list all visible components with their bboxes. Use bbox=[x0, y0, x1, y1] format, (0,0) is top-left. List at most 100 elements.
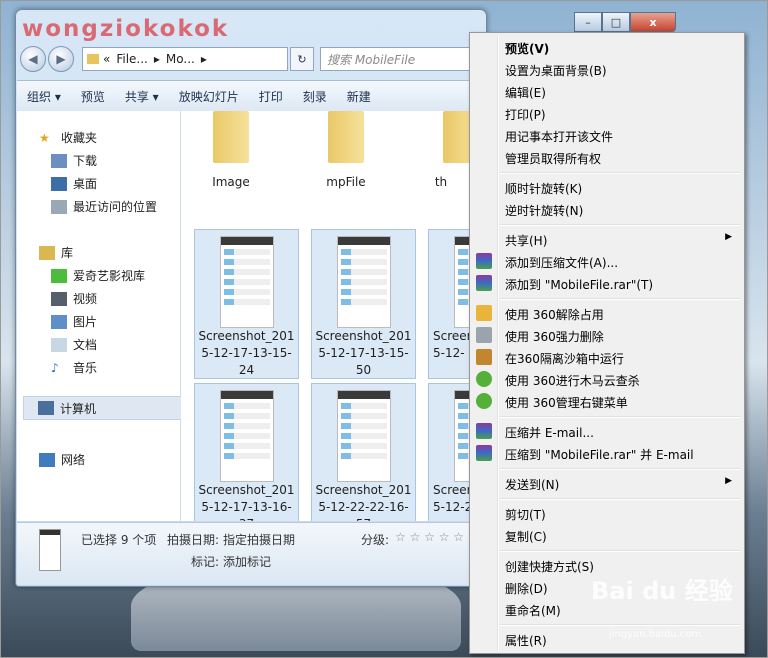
menu-item-add-rar[interactable]: 添加到 "MobileFile.rar"(T) bbox=[472, 273, 740, 293]
nav-item-desktop[interactable]: 桌面 bbox=[51, 175, 97, 192]
music-icon: ♪ bbox=[51, 360, 59, 375]
menu-item-send-to[interactable]: 发送到(N) ▶ bbox=[472, 473, 740, 493]
screenshot-preview bbox=[337, 390, 391, 482]
folder-icon bbox=[87, 54, 99, 64]
slideshow-button[interactable]: 放映幻灯片 bbox=[169, 88, 249, 105]
tag-value[interactable]: 添加标记 bbox=[223, 553, 271, 570]
folder-image[interactable] bbox=[201, 111, 261, 166]
menu-item-compress-email[interactable]: 压缩并 E-mail... bbox=[472, 421, 740, 441]
nav-item-music[interactable]: ♪ 音乐 bbox=[51, 359, 97, 376]
menu-item-cut[interactable]: 剪切(T) bbox=[472, 503, 740, 523]
winrar-icon bbox=[476, 275, 492, 291]
submenu-arrow-icon: ▶ bbox=[725, 476, 732, 486]
details-pane: 已选择 9 个项 拍摄日期: 指定拍摄日期 分级: ☆ ☆ ☆ ☆ ☆ 标记: … bbox=[17, 522, 485, 585]
nav-computer[interactable]: 计算机 bbox=[23, 396, 189, 420]
screenshot-preview bbox=[220, 390, 274, 482]
date-label: 拍摄日期: bbox=[167, 533, 220, 547]
baidu-watermark-url: jingyan.baidu.com bbox=[609, 629, 702, 640]
nav-item-pictures[interactable]: 图片 bbox=[51, 313, 97, 330]
back-button[interactable]: ◀ bbox=[20, 46, 46, 72]
thumbnail-label: Screenshot_2015-12-17-13-16-37 bbox=[198, 483, 295, 521]
nav-item-documents[interactable]: 文档 bbox=[51, 336, 97, 353]
menu-item-360-scan[interactable]: 使用 360进行木马云查杀 bbox=[472, 369, 740, 389]
folder-label: th bbox=[434, 175, 448, 189]
menu-item-edit[interactable]: 编辑(E) bbox=[472, 81, 740, 101]
menu-item-open-notepad[interactable]: 用记事本打开该文件 bbox=[472, 125, 740, 145]
organize-button[interactable]: 组织 ▾ bbox=[17, 88, 71, 105]
menu-separator bbox=[500, 298, 740, 300]
burn-button[interactable]: 刻录 bbox=[293, 88, 337, 105]
breadcrumb-sep-2[interactable]: ▸ bbox=[201, 52, 207, 66]
minimize-button[interactable]: – bbox=[574, 12, 602, 32]
folder-label: Image bbox=[212, 175, 250, 189]
forward-button[interactable]: ▶ bbox=[48, 46, 74, 72]
thumbnail-item[interactable]: Screenshot_201 5-12-17-13-15- 50 bbox=[311, 229, 416, 379]
rating-label: 分级: bbox=[361, 533, 390, 547]
shield-360-icon bbox=[476, 371, 492, 387]
unlock-icon bbox=[476, 305, 492, 321]
thumbnail-item[interactable]: Screenshot_2015-12-22-22-16-57 bbox=[311, 383, 416, 521]
thumbnail-item[interactable]: Screenshot_2015-12-17-13-16-37 bbox=[194, 383, 299, 521]
menu-item-360-manage[interactable]: 使用 360管理右键菜单 bbox=[472, 391, 740, 411]
address-bar[interactable]: « File... ▸ Mo... ▸ bbox=[82, 47, 288, 71]
breadcrumb-sep-1[interactable]: ▸ bbox=[154, 52, 160, 66]
nav-item-iqiyi[interactable]: 爱奇艺影视库 bbox=[51, 267, 145, 284]
menu-item-print[interactable]: 打印(P) bbox=[472, 103, 740, 123]
maximize-button[interactable]: □ bbox=[602, 12, 630, 32]
nav-favorites[interactable]: ★ 收藏夹 bbox=[39, 129, 97, 146]
screenshot-preview bbox=[220, 236, 274, 328]
nav-item-downloads[interactable]: 下载 bbox=[51, 152, 97, 169]
context-menu: 预览(V) 设置为桌面背景(B) 编辑(E) 打印(P) 用记事本打开该文件 管… bbox=[469, 32, 745, 654]
winrar-icon bbox=[476, 445, 492, 461]
thumbnail-label: Screenshot_2015-12-22-22-16-57 bbox=[315, 483, 412, 521]
shield-360-icon bbox=[476, 393, 492, 409]
menu-item-compress-rar-email[interactable]: 压缩到 "MobileFile.rar" 并 E-mail bbox=[472, 443, 740, 463]
menu-separator bbox=[500, 224, 740, 226]
menu-item-rotate-cw[interactable]: 顺时针旋转(K) bbox=[472, 177, 740, 197]
breadcrumb-mobile[interactable]: Mo... bbox=[166, 52, 195, 66]
desktop-icon bbox=[51, 176, 67, 191]
new-button[interactable]: 新建 bbox=[337, 88, 381, 105]
nav-item-recent[interactable]: 最近访问的位置 bbox=[51, 198, 157, 215]
menu-item-360-sandbox[interactable]: 在360隔离沙箱中运行 bbox=[472, 347, 740, 367]
close-button[interactable]: x bbox=[630, 12, 676, 32]
star-icon: ★ bbox=[39, 130, 50, 145]
menu-item-take-ownership[interactable]: 管理员取得所有权 bbox=[472, 147, 740, 167]
menu-item-share[interactable]: 共享(H) ▶ bbox=[472, 229, 740, 249]
nav-item-videos[interactable]: 视频 bbox=[51, 290, 97, 307]
iqiyi-icon bbox=[51, 268, 67, 283]
folder-label: mpFile bbox=[326, 175, 366, 189]
menu-item-360-force-delete[interactable]: 使用 360强力删除 bbox=[472, 325, 740, 345]
menu-item-copy[interactable]: 复制(C) bbox=[472, 525, 740, 545]
nav-library[interactable]: 库 bbox=[39, 244, 73, 261]
folder-mpfile[interactable] bbox=[316, 111, 376, 166]
preview-button[interactable]: 预览 bbox=[71, 88, 115, 105]
rating-stars[interactable]: ☆ ☆ ☆ ☆ ☆ bbox=[395, 530, 464, 544]
menu-item-360-unlock[interactable]: 使用 360解除占用 bbox=[472, 303, 740, 323]
menu-item-set-wallpaper[interactable]: 设置为桌面背景(B) bbox=[472, 59, 740, 79]
screenshot-frame: wongziokokok – □ x ◀ ▶ « File... ▸ Mo...… bbox=[0, 0, 768, 658]
video-icon bbox=[51, 291, 67, 306]
thumbnail-label: Screenshot_201 5-12-17-13-15- 50 bbox=[315, 329, 412, 377]
nav-network[interactable]: 网络 bbox=[39, 451, 85, 468]
thumbnail-item[interactable]: Screenshot_201 5-12-17-13-15- 24 bbox=[194, 229, 299, 379]
search-input[interactable]: 搜索 MobileFile bbox=[320, 47, 478, 71]
menu-item-preview[interactable]: 预览(V) bbox=[472, 37, 740, 57]
menu-separator bbox=[500, 416, 740, 418]
winrar-icon bbox=[476, 423, 492, 439]
menu-item-rotate-ccw[interactable]: 逆时针旋转(N) bbox=[472, 199, 740, 219]
menu-item-add-archive[interactable]: 添加到压缩文件(A)... bbox=[472, 251, 740, 271]
winrar-icon bbox=[476, 253, 492, 269]
breadcrumb-file[interactable]: File... bbox=[116, 52, 148, 66]
refresh-icon[interactable]: ↻ bbox=[290, 47, 314, 71]
share-button[interactable]: 共享 ▾ bbox=[115, 88, 169, 105]
submenu-arrow-icon: ▶ bbox=[725, 232, 732, 242]
date-value[interactable]: 指定拍摄日期 bbox=[223, 531, 295, 548]
navigation-row: ◀ ▶ « File... ▸ Mo... ▸ ↻ 搜索 MobileFile bbox=[20, 46, 482, 72]
network-icon bbox=[39, 452, 55, 467]
toolbar: 组织 ▾ 预览 共享 ▾ 放映幻灯片 打印 刻录 新建 bbox=[17, 80, 485, 112]
explorer-window: wongziokokok – □ x ◀ ▶ « File... ▸ Mo...… bbox=[15, 9, 676, 587]
menu-separator bbox=[500, 624, 740, 626]
print-button[interactable]: 打印 bbox=[249, 88, 293, 105]
breadcrumb-back[interactable]: « bbox=[103, 52, 110, 66]
